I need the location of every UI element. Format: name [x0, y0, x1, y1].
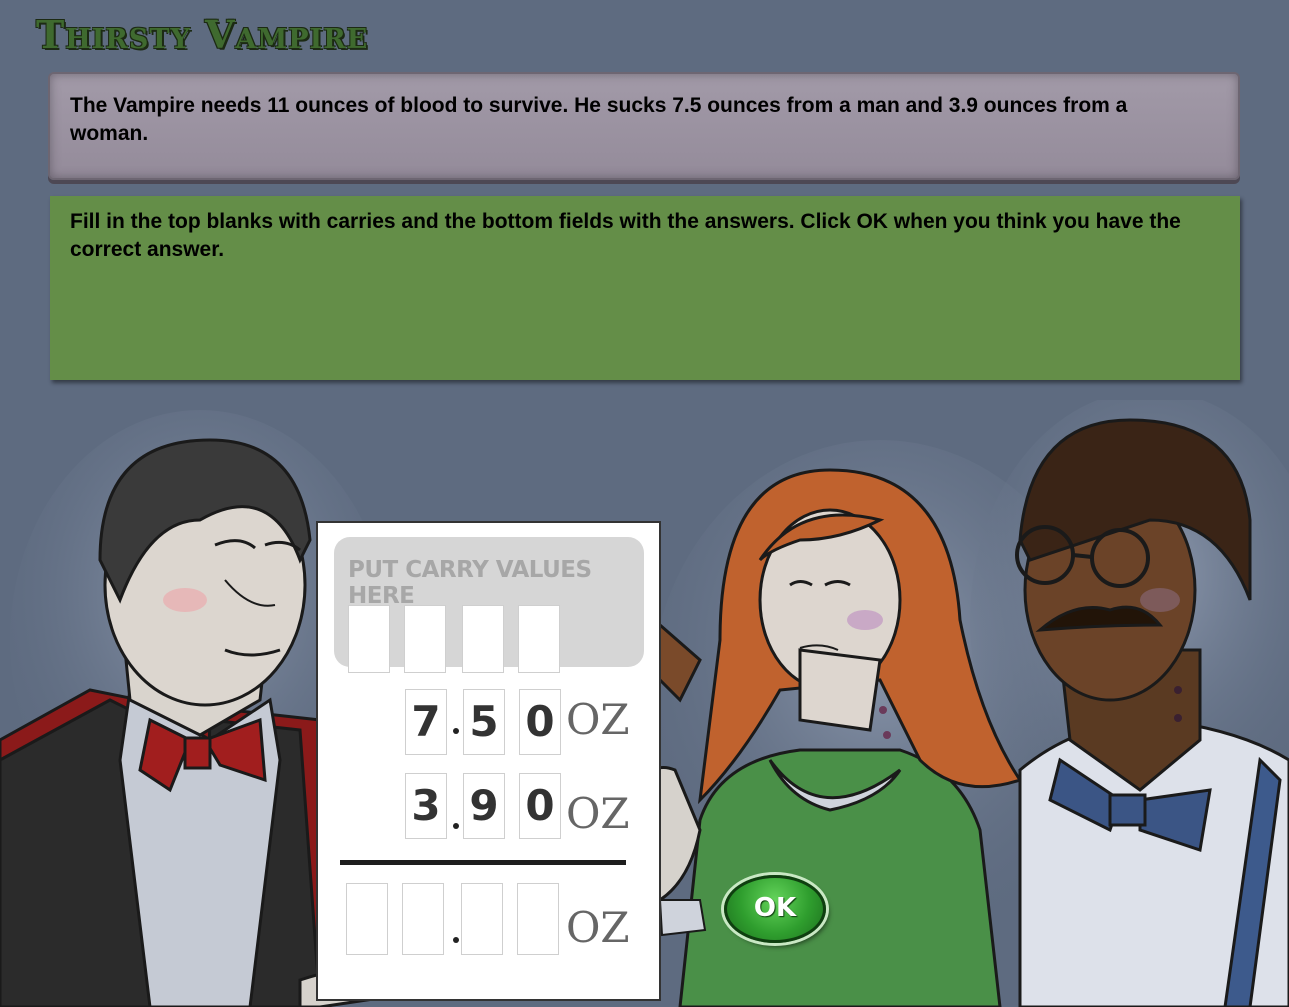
answer-hundredths-input[interactable]	[517, 883, 559, 955]
answer-unit: OZ	[566, 903, 630, 952]
decimal-point	[453, 823, 459, 829]
carry-input-2[interactable]	[404, 605, 446, 673]
addend2-tenths: 9	[463, 773, 505, 839]
instructions-panel: Fill in the top blanks with carries and …	[50, 196, 1240, 380]
sleeve-cuff	[658, 899, 707, 937]
ok-button[interactable]: OK	[724, 875, 826, 943]
problem-text: The Vampire needs 11 ounces of blood to …	[70, 94, 1128, 145]
addend2-hundredths: 0	[519, 773, 561, 839]
addition-worksheet: PUT CARRY VALUES HERE 7 5 0 OZ 3 9 0 OZ …	[316, 521, 661, 1001]
answer-tens-input[interactable]	[346, 883, 388, 955]
addend2-ones: 3	[405, 773, 447, 839]
addend1-tenths: 5	[463, 689, 505, 755]
addend1-unit: OZ	[566, 695, 630, 744]
decimal-point	[453, 937, 459, 943]
sum-line	[340, 860, 626, 865]
carry-label: PUT CARRY VALUES HERE	[348, 557, 592, 609]
decimal-point	[453, 728, 459, 734]
game-title: Thirsty Vampire	[36, 12, 369, 57]
problem-panel: The Vampire needs 11 ounces of blood to …	[48, 72, 1240, 180]
addend1-ones: 7	[405, 689, 447, 755]
carry-input-3[interactable]	[462, 605, 504, 673]
carry-input-1[interactable]	[348, 605, 390, 673]
instructions-text: Fill in the top blanks with carries and …	[70, 210, 1181, 261]
answer-ones-input[interactable]	[402, 883, 444, 955]
answer-tenths-input[interactable]	[461, 883, 503, 955]
addend1-hundredths: 0	[519, 689, 561, 755]
carry-input-4[interactable]	[518, 605, 560, 673]
addend2-unit: OZ	[566, 789, 630, 838]
